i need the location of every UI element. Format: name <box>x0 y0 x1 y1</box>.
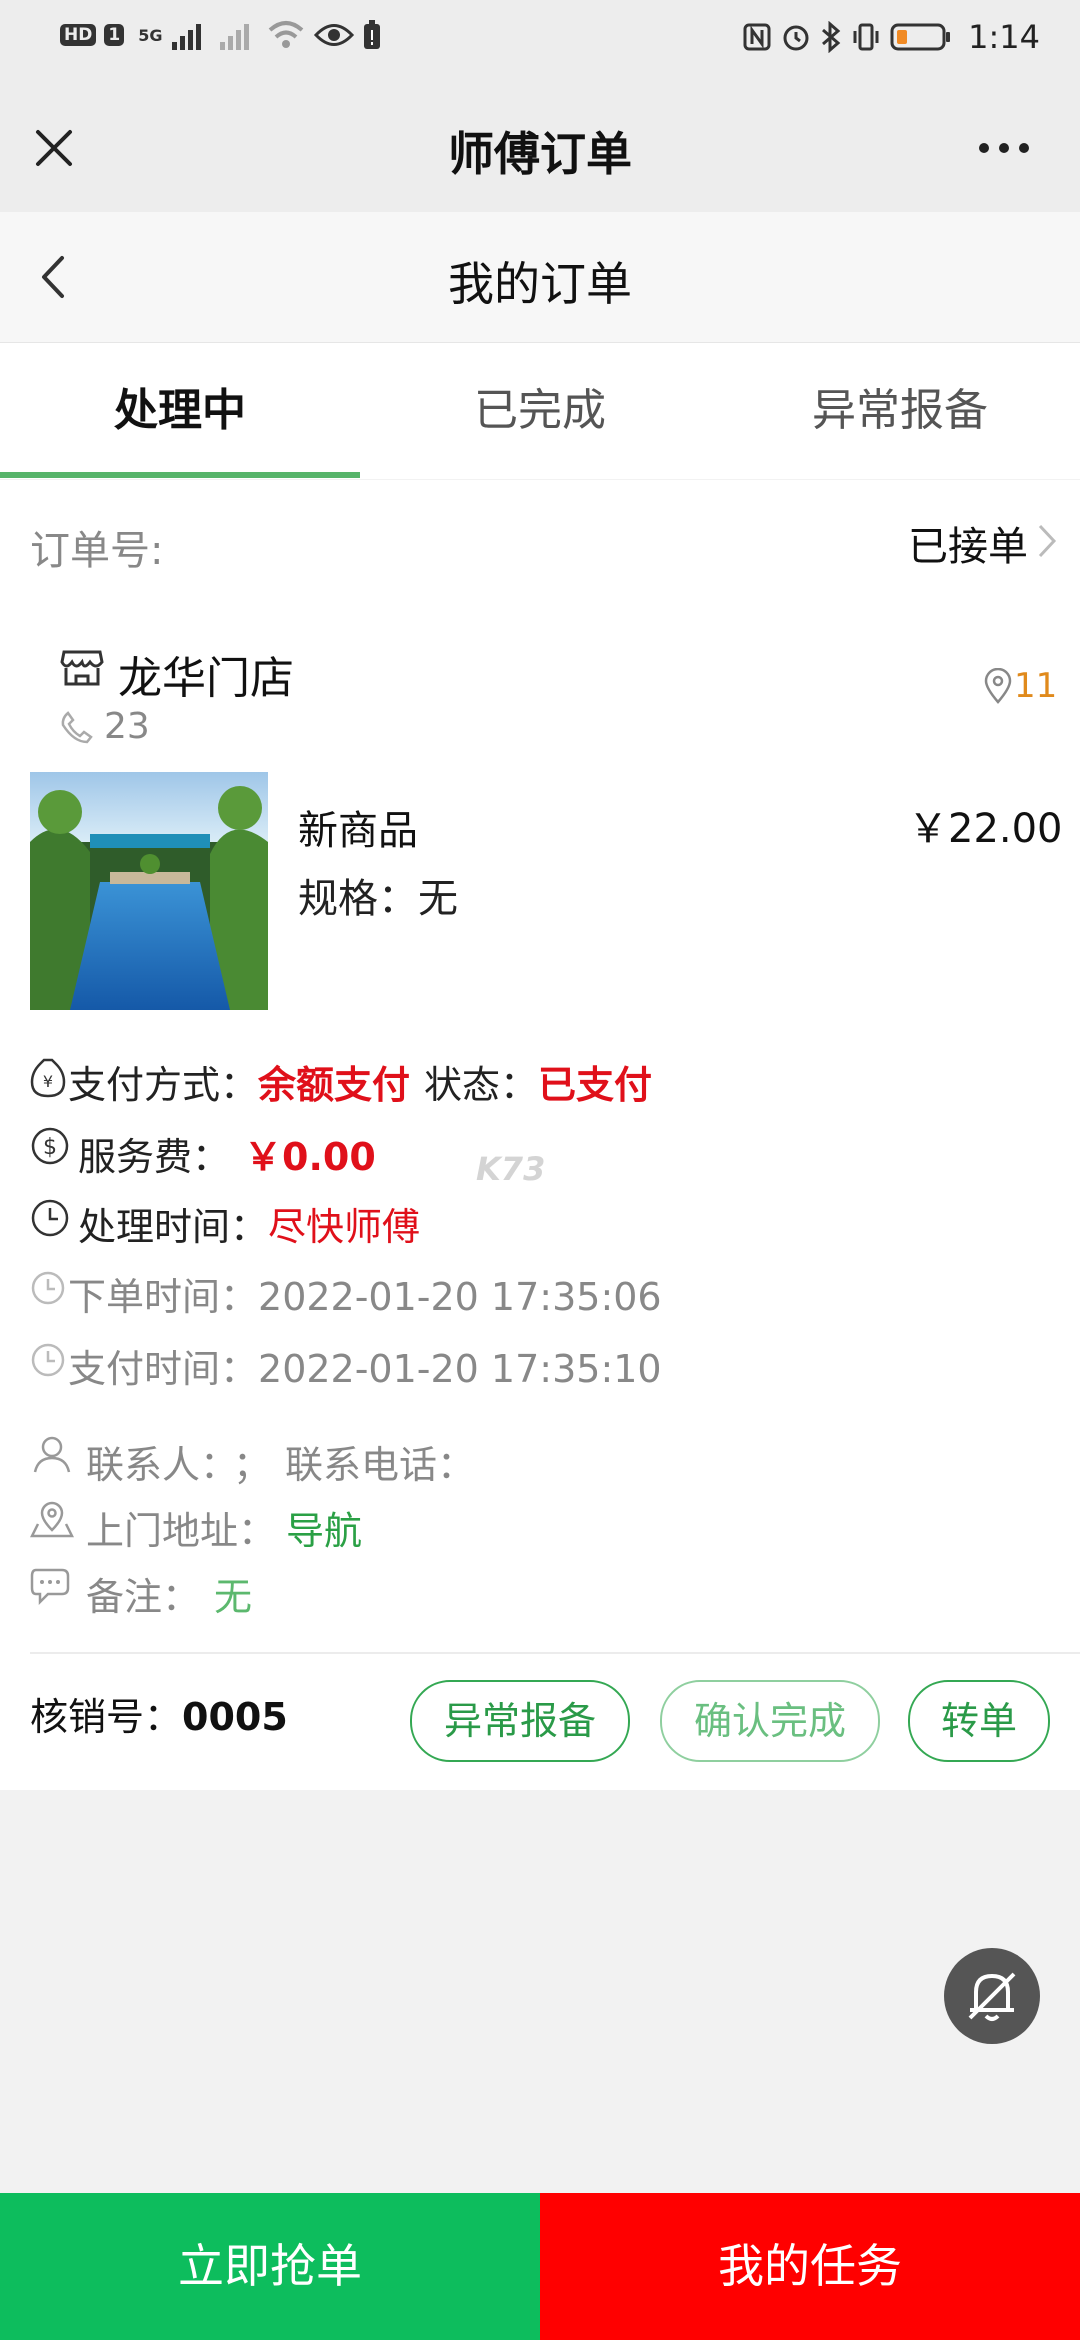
location-pin-icon <box>984 668 1012 704</box>
status-bar: HD 1 5G 1:14 <box>0 0 1080 84</box>
contact-separator: ； <box>233 1443 272 1487</box>
order-tabs: 处理中 已完成 异常报备 <box>0 343 1080 479</box>
hd-badge: HD <box>60 24 97 46</box>
order-card[interactable]: 订单号: 已接单 龙华门店 23 11 新商品 规格：无 ￥22.00 ¥ 支付… <box>0 480 1080 1790</box>
verify-code: 0005 <box>182 1695 288 1739</box>
battery-icon <box>890 23 951 51</box>
order-time-line: 下单时间：2022-01-20 17:35:06 <box>68 1266 662 1321</box>
mini-program-title: 师傅订单 <box>448 127 632 181</box>
store-phone[interactable]: 23 <box>104 706 150 747</box>
service-fee-line: 服务费： ￥0.00 <box>78 1126 376 1181</box>
verify-label: 核销号： <box>30 1695 183 1739</box>
process-time-line: 处理时间：尽快师傅 <box>78 1196 420 1251</box>
grab-order-button[interactable]: 立即抢单 <box>0 2193 540 2340</box>
divider <box>30 1652 1080 1654</box>
dollar-circle-icon: $ <box>30 1126 70 1166</box>
product-name: 新商品 <box>298 808 418 854</box>
pay-time-label: 支付时间： <box>68 1347 259 1391</box>
transfer-order-button[interactable]: 转单 <box>908 1680 1050 1762</box>
network-label: 5G <box>138 25 163 45</box>
exception-report-button[interactable]: 异常报备 <box>410 1680 630 1762</box>
tab-processing[interactable]: 处理中 <box>0 343 360 479</box>
page-header: 我的订单 <box>0 212 1080 343</box>
wifi-icon <box>269 21 304 48</box>
phone-icon[interactable] <box>60 710 94 744</box>
remark-line: 备注： 无 <box>86 1566 252 1621</box>
order-status[interactable]: 已接单 <box>908 514 1028 572</box>
pay-status: 已支付 <box>538 1063 653 1107</box>
service-fee: ￥0.00 <box>244 1135 376 1179</box>
confirm-complete-button[interactable]: 确认完成 <box>660 1680 880 1762</box>
pay-time: 2022-01-20 17:35:10 <box>258 1347 662 1391</box>
more-icon[interactable] <box>976 140 1032 156</box>
contact-label: 联系人： <box>86 1443 220 1487</box>
wallet-icon: ¥ <box>30 1058 66 1098</box>
tab-completed[interactable]: 已完成 <box>360 343 720 479</box>
address-line: 上门地址： 导航 <box>86 1500 362 1555</box>
user-icon <box>32 1434 72 1474</box>
verify-line: 核销号：0005 <box>30 1686 288 1741</box>
page-title: 我的订单 <box>448 257 632 311</box>
store-distance: 11 <box>1014 666 1058 706</box>
tab-exception-report[interactable]: 异常报备 <box>720 343 1080 479</box>
product-spec: 规格：无 <box>298 876 458 922</box>
map-pin-icon <box>30 1500 74 1540</box>
clock-icon <box>30 1198 70 1238</box>
status-left: HD 1 5G <box>60 20 382 50</box>
active-tab-indicator <box>0 472 360 478</box>
contact-line: 联系人： ； 联系电话： <box>86 1434 475 1489</box>
order-time: 2022-01-20 17:35:06 <box>258 1275 662 1319</box>
alarm-icon <box>783 25 809 51</box>
phone-label: 联系电话： <box>285 1443 476 1487</box>
service-fee-label: 服务费： <box>78 1135 231 1179</box>
bluetooth-icon <box>822 21 841 53</box>
remark-label: 备注： <box>86 1575 201 1619</box>
pay-method: 余额支付 <box>258 1063 411 1107</box>
my-tasks-button[interactable]: 我的任务 <box>540 2193 1080 2340</box>
remark-value: 无 <box>214 1575 253 1619</box>
eye-icon <box>314 24 355 46</box>
product-image[interactable] <box>30 772 268 1010</box>
bell-off-icon <box>968 1972 1016 2021</box>
svg-text:$: $ <box>43 1135 57 1160</box>
process-time: 尽快师傅 <box>268 1205 421 1249</box>
pay-time-line: 支付时间：2022-01-20 17:35:10 <box>68 1338 662 1393</box>
signal-icon <box>172 24 202 50</box>
svg-text:¥: ¥ <box>43 1072 53 1091</box>
payment-line: 支付方式：余额支付 状态：已支付 <box>68 1054 652 1109</box>
chevron-right-icon[interactable] <box>1036 522 1058 560</box>
store-icon <box>60 648 104 688</box>
mini-program-title-bar: 师傅订单 <box>0 84 1080 212</box>
chat-bubble-icon <box>30 1566 74 1606</box>
status-time: 1:14 <box>968 18 1040 56</box>
product-price: ￥22.00 <box>908 806 1063 852</box>
order-time-clock-icon <box>30 1270 66 1306</box>
pay-method-label: 支付方式： <box>68 1063 259 1107</box>
signal-icon-2 <box>220 24 250 50</box>
order-number-label: 订单号: <box>30 528 164 574</box>
nfc-icon <box>743 23 771 51</box>
pay-status-label: 状态： <box>424 1063 539 1107</box>
sim-badge: 1 <box>104 24 125 46</box>
store-name: 龙华门店 <box>118 653 294 704</box>
status-right: 1:14 <box>742 18 1040 56</box>
order-time-label: 下单时间： <box>68 1275 259 1319</box>
watermark: K73 <box>476 1150 546 1188</box>
navigate-link[interactable]: 导航 <box>286 1509 362 1553</box>
vibrate-icon <box>853 23 879 51</box>
address-label: 上门地址： <box>86 1509 277 1553</box>
pay-time-clock-icon <box>30 1342 66 1378</box>
battery-alert-icon <box>364 20 381 49</box>
notification-mute-button[interactable] <box>944 1948 1040 2044</box>
process-time-label: 处理时间： <box>78 1205 269 1249</box>
